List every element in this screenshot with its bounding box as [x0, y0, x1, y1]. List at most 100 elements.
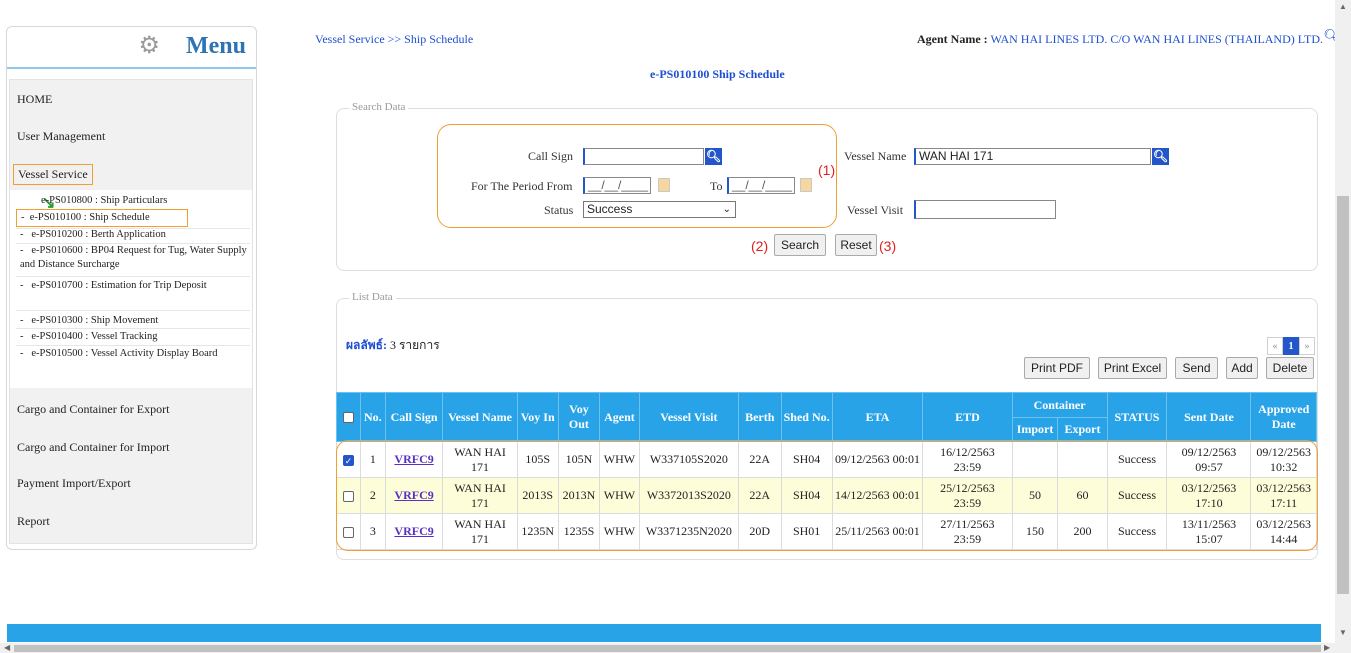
sidebar: ⚙ Menu HOME User Management Vessel Servi… — [6, 26, 257, 550]
col-shed-no: Shed No. — [780, 392, 833, 442]
divider — [16, 276, 250, 277]
agent-value: WAN HAI LINES LTD. C/O WAN HAI LINES (TH… — [990, 32, 1323, 46]
col-import: Import — [1011, 417, 1059, 442]
col-sent-date: Sent Date — [1166, 392, 1252, 442]
col-voy-in: Voy In — [516, 392, 559, 442]
menu-item-user-management[interactable]: User Management — [17, 129, 105, 144]
list-data-legend: List Data — [349, 291, 396, 303]
menu-item-home[interactable]: HOME — [17, 92, 52, 107]
submenu-label: e-PS010800 : Ship Particulars — [41, 195, 168, 206]
reset-button[interactable]: Reset — [835, 234, 877, 256]
pager-prev[interactable]: « — [1267, 337, 1283, 355]
print-excel-button[interactable]: Print Excel — [1098, 357, 1167, 379]
divider — [16, 345, 250, 346]
scroll-up-icon[interactable]: ▲ — [1339, 2, 1347, 11]
vessel-visit-label: Vessel Visit — [847, 203, 904, 217]
col-agent: Agent — [599, 392, 640, 442]
scroll-right-icon[interactable]: ▶ — [1324, 643, 1330, 652]
pager-next[interactable]: » — [1299, 337, 1315, 355]
annotation-3: (3) — [879, 238, 897, 254]
menu-item-cargo-export[interactable]: Cargo and Container for Export — [17, 402, 169, 417]
page-title: e-PS010100 Ship Schedule — [650, 67, 785, 81]
divider — [16, 328, 250, 329]
period-to-input[interactable]: __/__/____ — [727, 177, 795, 194]
col-status: STATUS — [1106, 392, 1168, 442]
select-all-header — [336, 392, 361, 442]
search-data-legend: Search Data — [349, 101, 409, 113]
menu-item-payment[interactable]: Payment Import/Export — [17, 476, 131, 491]
submenu-label: e-PS010300 : Ship Movement — [31, 315, 159, 326]
divider — [16, 310, 250, 311]
submenu-label: e-PS010700 : Estimation for Trip Deposit — [31, 280, 207, 291]
col-container: Container — [1011, 392, 1108, 418]
search-button[interactable]: Search — [774, 234, 826, 256]
rows-highlight-outline — [336, 440, 1318, 551]
submenu-item-bp04-request[interactable]: - e-PS010600 : BP04 Request for Tug, Wat… — [20, 244, 250, 272]
submenu-item-vessel-tracking[interactable]: - e-PS010400 : Vessel Tracking — [20, 330, 250, 344]
annotation-2: (2) — [751, 238, 769, 254]
calendar-icon[interactable] — [658, 178, 670, 192]
status-label: Status — [544, 203, 574, 217]
footer-bar — [7, 624, 1321, 642]
menu-item-cargo-import[interactable]: Cargo and Container for Import — [17, 440, 169, 455]
vessel-name-input[interactable]: WAN HAI 171 — [914, 148, 1151, 165]
pager-page-1[interactable]: 1 — [1283, 337, 1299, 355]
submenu-item-ship-particulars[interactable]: e-PS010800 : Ship Particulars — [41, 194, 271, 208]
to-label: To — [710, 179, 723, 193]
period-from-label: For The Period From — [471, 179, 573, 193]
pagination: «1» — [1267, 337, 1315, 355]
add-button[interactable]: Add — [1226, 357, 1258, 379]
col-voy-out: Voy Out — [557, 392, 601, 442]
delete-button[interactable]: Delete — [1266, 357, 1314, 379]
chevron-down-icon: ⌄ — [722, 204, 731, 215]
scroll-left-icon[interactable]: ◀ — [4, 643, 10, 652]
gear-icon: ⚙ — [138, 33, 160, 59]
col-eta: ETA — [831, 392, 924, 442]
send-button[interactable]: Send — [1175, 357, 1218, 379]
menu-list: HOME User Management Vessel Service ↘ e-… — [9, 79, 253, 544]
vessel-name-search-icon[interactable]: 🔍︎ — [1152, 148, 1169, 165]
submenu-item-ship-schedule[interactable]: - e-PS010100 : Ship Schedule — [16, 209, 188, 227]
submenu-item-estimation-trip-deposit[interactable]: - e-PS010700 : Estimation for Trip Depos… — [20, 279, 250, 293]
result-label: ผลลัพธ์: — [346, 338, 387, 352]
vessel-service-submenu: ↘ e-PS010800 : Ship Particulars - e-PS01… — [10, 190, 252, 388]
annotation-1: (1) — [818, 162, 836, 178]
col-etd: ETD — [922, 392, 1013, 442]
select-all-checkbox[interactable] — [342, 412, 354, 424]
vertical-scroll-thumb[interactable] — [1337, 196, 1349, 594]
print-pdf-button[interactable]: Print PDF — [1024, 357, 1090, 379]
horizontal-scroll-thumb[interactable] — [14, 645, 1321, 652]
col-export: Export — [1057, 417, 1108, 442]
submenu-label: e-PS010200 : Berth Application — [31, 229, 166, 240]
call-sign-input[interactable] — [583, 148, 704, 165]
vessel-name-label: Vessel Name — [844, 149, 907, 163]
submenu-item-vessel-activity-board[interactable]: - e-PS010500 : Vessel Activity Display B… — [20, 347, 250, 361]
submenu-item-ship-movement[interactable]: - e-PS010300 : Ship Movement — [20, 314, 250, 328]
col-approved-date: Approved Date — [1250, 392, 1317, 442]
calendar-icon[interactable] — [800, 178, 812, 192]
menu-header: ⚙ Menu — [7, 27, 256, 69]
call-sign-label: Call Sign — [528, 149, 574, 163]
vessel-visit-input[interactable] — [914, 200, 1056, 219]
menu-title: Menu — [186, 33, 246, 59]
col-vessel-name: Vessel Name — [442, 392, 518, 442]
period-from-input[interactable]: __/__/____ — [583, 177, 651, 194]
agent-label: Agent Name : — [917, 32, 988, 46]
menu-item-report[interactable]: Report — [17, 514, 50, 529]
call-sign-search-icon[interactable]: 🔍︎ — [705, 148, 722, 165]
submenu-label: e-PS010600 : BP04 Request for Tug, Water… — [20, 245, 247, 270]
col-vessel-visit: Vessel Visit — [638, 392, 739, 442]
submenu-label: e-PS010400 : Vessel Tracking — [31, 331, 158, 342]
result-count-value: 3 รายการ — [389, 338, 440, 352]
scroll-down-icon[interactable]: ▼ — [1339, 628, 1347, 637]
status-select-value: Success — [587, 202, 633, 216]
result-count: ผลลัพธ์: 3 รายการ — [346, 336, 440, 355]
agent-name: Agent Name : WAN HAI LINES LTD. C/O WAN … — [917, 32, 1323, 47]
menu-item-vessel-service[interactable]: Vessel Service — [13, 164, 93, 185]
submenu-label: e-PS010100 : Ship Schedule — [29, 212, 150, 223]
submenu-item-berth-application[interactable]: - e-PS010200 : Berth Application — [20, 228, 250, 242]
breadcrumb[interactable]: Vessel Service >> Ship Schedule — [315, 32, 473, 47]
col-call-sign: Call Sign — [384, 392, 444, 442]
col-no: No. — [359, 392, 386, 442]
status-select[interactable]: Success ⌄ — [583, 201, 736, 218]
